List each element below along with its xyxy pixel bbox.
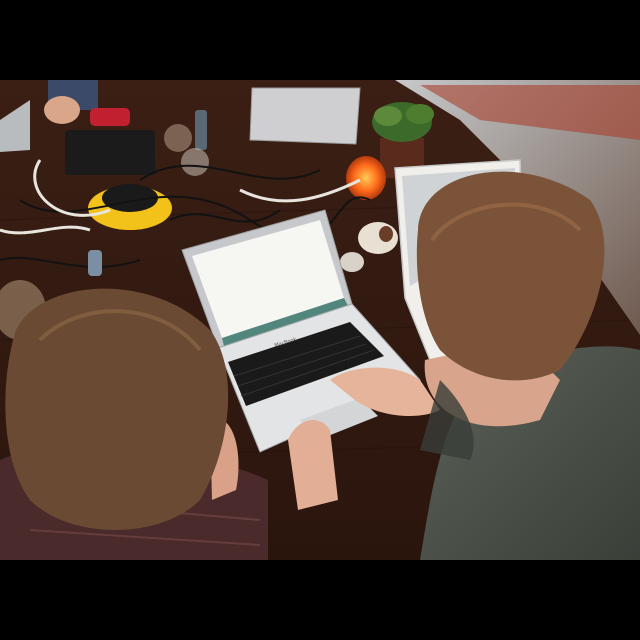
tablet-device — [65, 130, 155, 175]
scene-illustration: MacBook — [0, 80, 640, 560]
food-item — [379, 226, 393, 242]
small-bottle — [88, 250, 102, 276]
small-plate — [340, 252, 364, 272]
photo-frame: MacBook — [0, 0, 640, 640]
background-hand — [44, 96, 80, 124]
distant-laptop — [249, 87, 361, 145]
water-glass — [164, 124, 192, 152]
coaster — [181, 148, 209, 176]
left-person-hair — [5, 288, 229, 530]
candle-holder — [346, 156, 386, 200]
cafe-laptop-photo: MacBook — [0, 80, 640, 560]
red-case — [90, 108, 130, 126]
bottle — [195, 110, 207, 150]
